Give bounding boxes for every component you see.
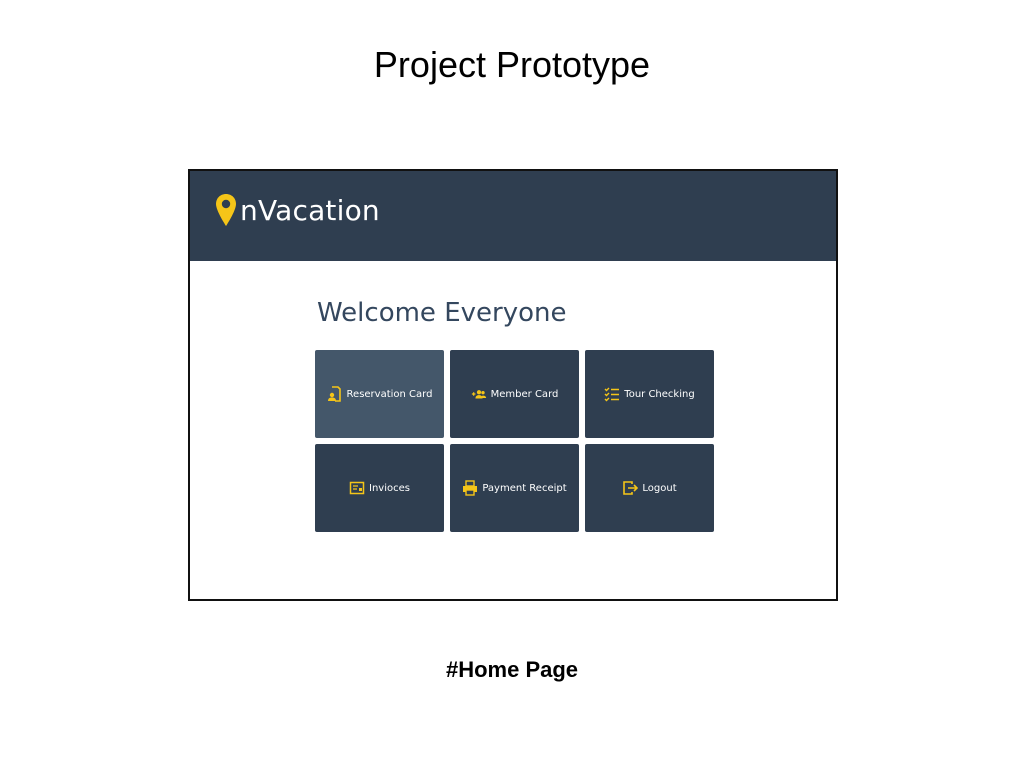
logout-tile[interactable]: Logout [585, 444, 714, 532]
member-card-label: Member Card [490, 388, 559, 400]
logout-label: Logout [642, 482, 677, 494]
reservation-card-tile[interactable]: Reservation Card [315, 350, 444, 438]
member-card-tile[interactable]: Member Card [450, 350, 579, 438]
invoices-label: Invioces [369, 482, 410, 494]
tour-checking-label: Tour Checking [624, 388, 695, 400]
reservation-card-label: Reservation Card [346, 388, 433, 400]
slide-title: Project Prototype [373, 44, 651, 85]
app-header: nVacation [190, 171, 836, 261]
member-group-icon [471, 390, 486, 399]
welcome-heading: Welcome Everyone [317, 298, 567, 328]
reservation-card-icon [327, 386, 341, 402]
tour-checking-tile[interactable]: Tour Checking [585, 350, 714, 438]
brand-text: nVacation [240, 193, 380, 227]
app-window: nVacation Welcome Everyone Reservation C… [188, 169, 838, 601]
invoices-tile[interactable]: Invioces [315, 444, 444, 532]
payment-receipt-tile[interactable]: Payment Receipt [450, 444, 579, 532]
printer-receipt-icon [463, 480, 478, 496]
location-pin-icon [216, 194, 236, 226]
checklist-icon [604, 387, 620, 402]
slide-caption: #Home Page [445, 657, 579, 682]
payment-receipt-label: Payment Receipt [482, 482, 567, 494]
logout-icon [623, 481, 639, 495]
invoice-icon [349, 481, 365, 495]
brand-logo[interactable]: nVacation [215, 193, 380, 227]
menu-tiles: Reservation Card Member Card Tour Checki… [315, 350, 715, 532]
